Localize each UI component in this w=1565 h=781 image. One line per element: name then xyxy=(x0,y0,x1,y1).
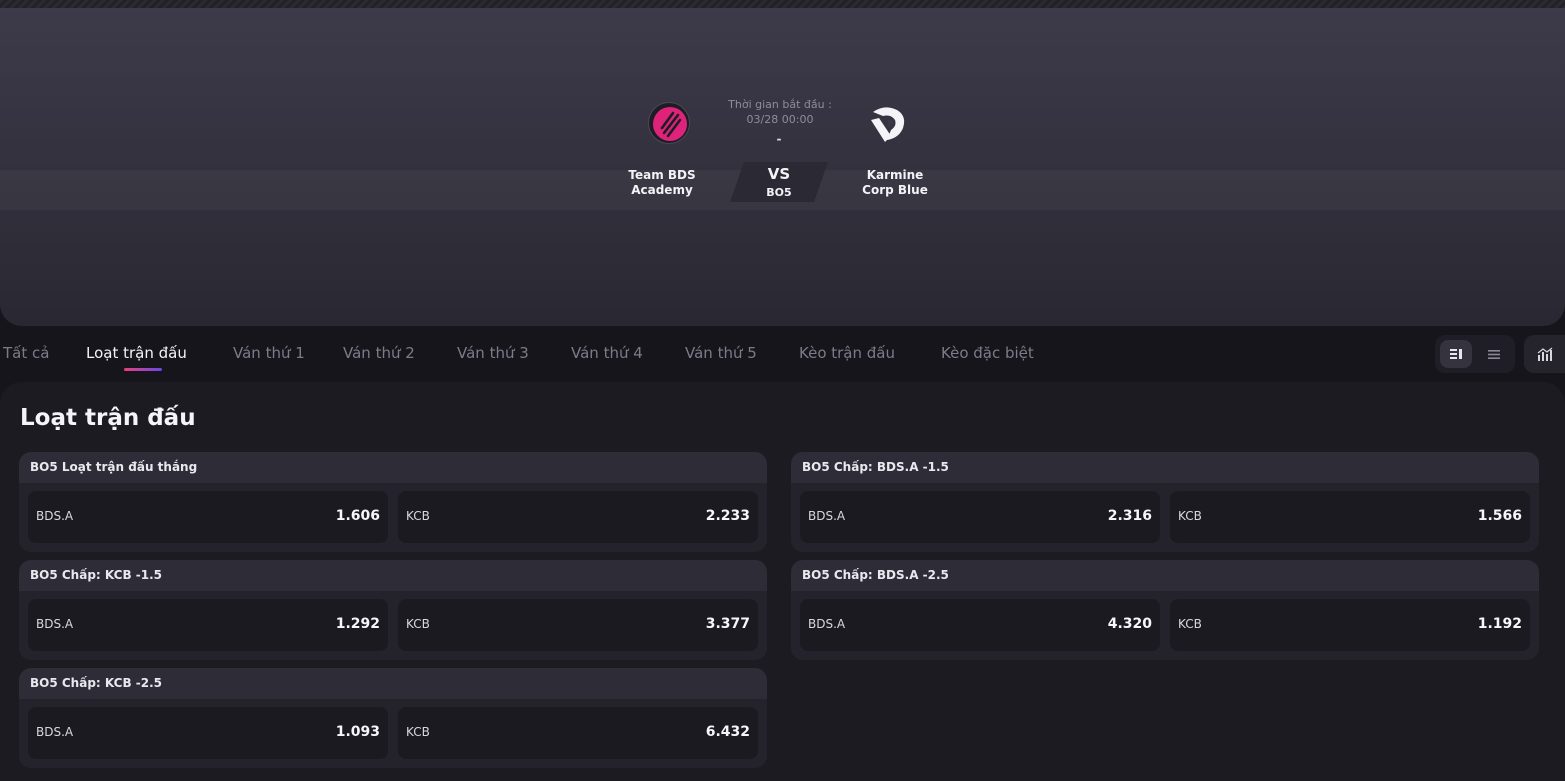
odd-button[interactable]: BDS.A 2.316 xyxy=(800,491,1160,543)
market-title: BO5 Loạt trận đấu thắng xyxy=(19,452,767,483)
odd-team-name: BDS.A xyxy=(36,509,74,523)
list-icon[interactable] xyxy=(1478,340,1510,368)
odd-team-name: BDS.A xyxy=(808,509,846,523)
odd-team-name: KCB xyxy=(406,725,430,739)
view-toggle xyxy=(1435,335,1515,373)
odd-button[interactable]: KCB 1.566 xyxy=(1170,491,1530,543)
tab-game-5[interactable]: Ván thứ 5 xyxy=(685,344,757,362)
market-title: BO5 Chấp: KCB -2.5 xyxy=(19,668,767,699)
odd-team-name: BDS.A xyxy=(36,725,74,739)
team-a-logo xyxy=(648,102,690,144)
odd-team-name: KCB xyxy=(406,509,430,523)
odd-value: 1.292 xyxy=(335,616,380,632)
odd-button[interactable]: BDS.A 1.292 xyxy=(28,599,388,651)
odd-value: 4.320 xyxy=(1107,616,1152,632)
odd-button[interactable]: KCB 2.233 xyxy=(398,491,758,543)
odd-value: 2.233 xyxy=(705,508,750,524)
tab-special-odds[interactable]: Kèo đặc biệt xyxy=(941,344,1034,362)
start-time-label: Thời gian bắt đầu : xyxy=(728,98,832,111)
market-title: BO5 Chấp: KCB -1.5 xyxy=(19,560,767,591)
tab-all[interactable]: Tất cả xyxy=(3,344,49,362)
odd-button[interactable]: KCB 6.432 xyxy=(398,707,758,759)
odd-value: 1.606 xyxy=(335,508,380,524)
team-b-logo xyxy=(867,102,909,144)
odd-button[interactable]: KCB 3.377 xyxy=(398,599,758,651)
odd-value: 2.316 xyxy=(1107,508,1152,524)
odd-button[interactable]: KCB 1.192 xyxy=(1170,599,1530,651)
market-card: BO5 Loạt trận đấu thắng BDS.A 1.606 KCB … xyxy=(19,452,767,552)
market-card: BO5 Chấp: BDS.A -2.5 BDS.A 4.320 KCB 1.1… xyxy=(791,560,1539,660)
tab-game-1[interactable]: Ván thứ 1 xyxy=(233,344,305,362)
market-card: BO5 Chấp: KCB -2.5 BDS.A 1.093 KCB 6.432 xyxy=(19,668,767,768)
odd-button[interactable]: BDS.A 1.606 xyxy=(28,491,388,543)
tab-game-4[interactable]: Ván thứ 4 xyxy=(571,344,643,362)
odd-value: 1.192 xyxy=(1477,616,1522,632)
odd-team-name: KCB xyxy=(406,617,430,631)
start-time: 03/28 00:00 xyxy=(746,113,814,126)
market-card: BO5 Chấp: KCB -1.5 BDS.A 1.292 KCB 3.377 xyxy=(19,560,767,660)
odd-team-name: BDS.A xyxy=(36,617,74,631)
odd-value: 3.377 xyxy=(705,616,750,632)
match-format: BO5 xyxy=(766,186,792,199)
section-title: Loạt trận đấu xyxy=(20,405,196,431)
tab-match-odds[interactable]: Kèo trận đấu xyxy=(799,344,895,362)
tab-series[interactable]: Loạt trận đấu xyxy=(86,344,187,362)
active-tab-indicator xyxy=(124,368,162,371)
odd-team-name: KCB xyxy=(1178,509,1202,523)
odd-value: 1.093 xyxy=(335,724,380,740)
stats-chart-icon[interactable] xyxy=(1524,335,1565,373)
tab-game-2[interactable]: Ván thứ 2 xyxy=(343,344,415,362)
match-score: - xyxy=(776,132,782,146)
team-b-name: Karmine Corp Blue xyxy=(862,168,928,197)
team-a-name: Team BDS Academy xyxy=(628,168,696,197)
odd-button[interactable]: BDS.A 1.093 xyxy=(28,707,388,759)
odd-value: 1.566 xyxy=(1477,508,1522,524)
layout-columns-icon[interactable] xyxy=(1440,340,1472,368)
odd-value: 6.432 xyxy=(705,724,750,740)
odd-team-name: KCB xyxy=(1178,617,1202,631)
vs-label: VS xyxy=(767,165,791,183)
top-strip xyxy=(0,0,1565,8)
odd-team-name: BDS.A xyxy=(808,617,846,631)
odd-button[interactable]: BDS.A 4.320 xyxy=(800,599,1160,651)
tab-game-3[interactable]: Ván thứ 3 xyxy=(457,344,529,362)
market-title: BO5 Chấp: BDS.A -2.5 xyxy=(791,560,1539,591)
market-card: BO5 Chấp: BDS.A -1.5 BDS.A 2.316 KCB 1.5… xyxy=(791,452,1539,552)
market-title: BO5 Chấp: BDS.A -1.5 xyxy=(791,452,1539,483)
